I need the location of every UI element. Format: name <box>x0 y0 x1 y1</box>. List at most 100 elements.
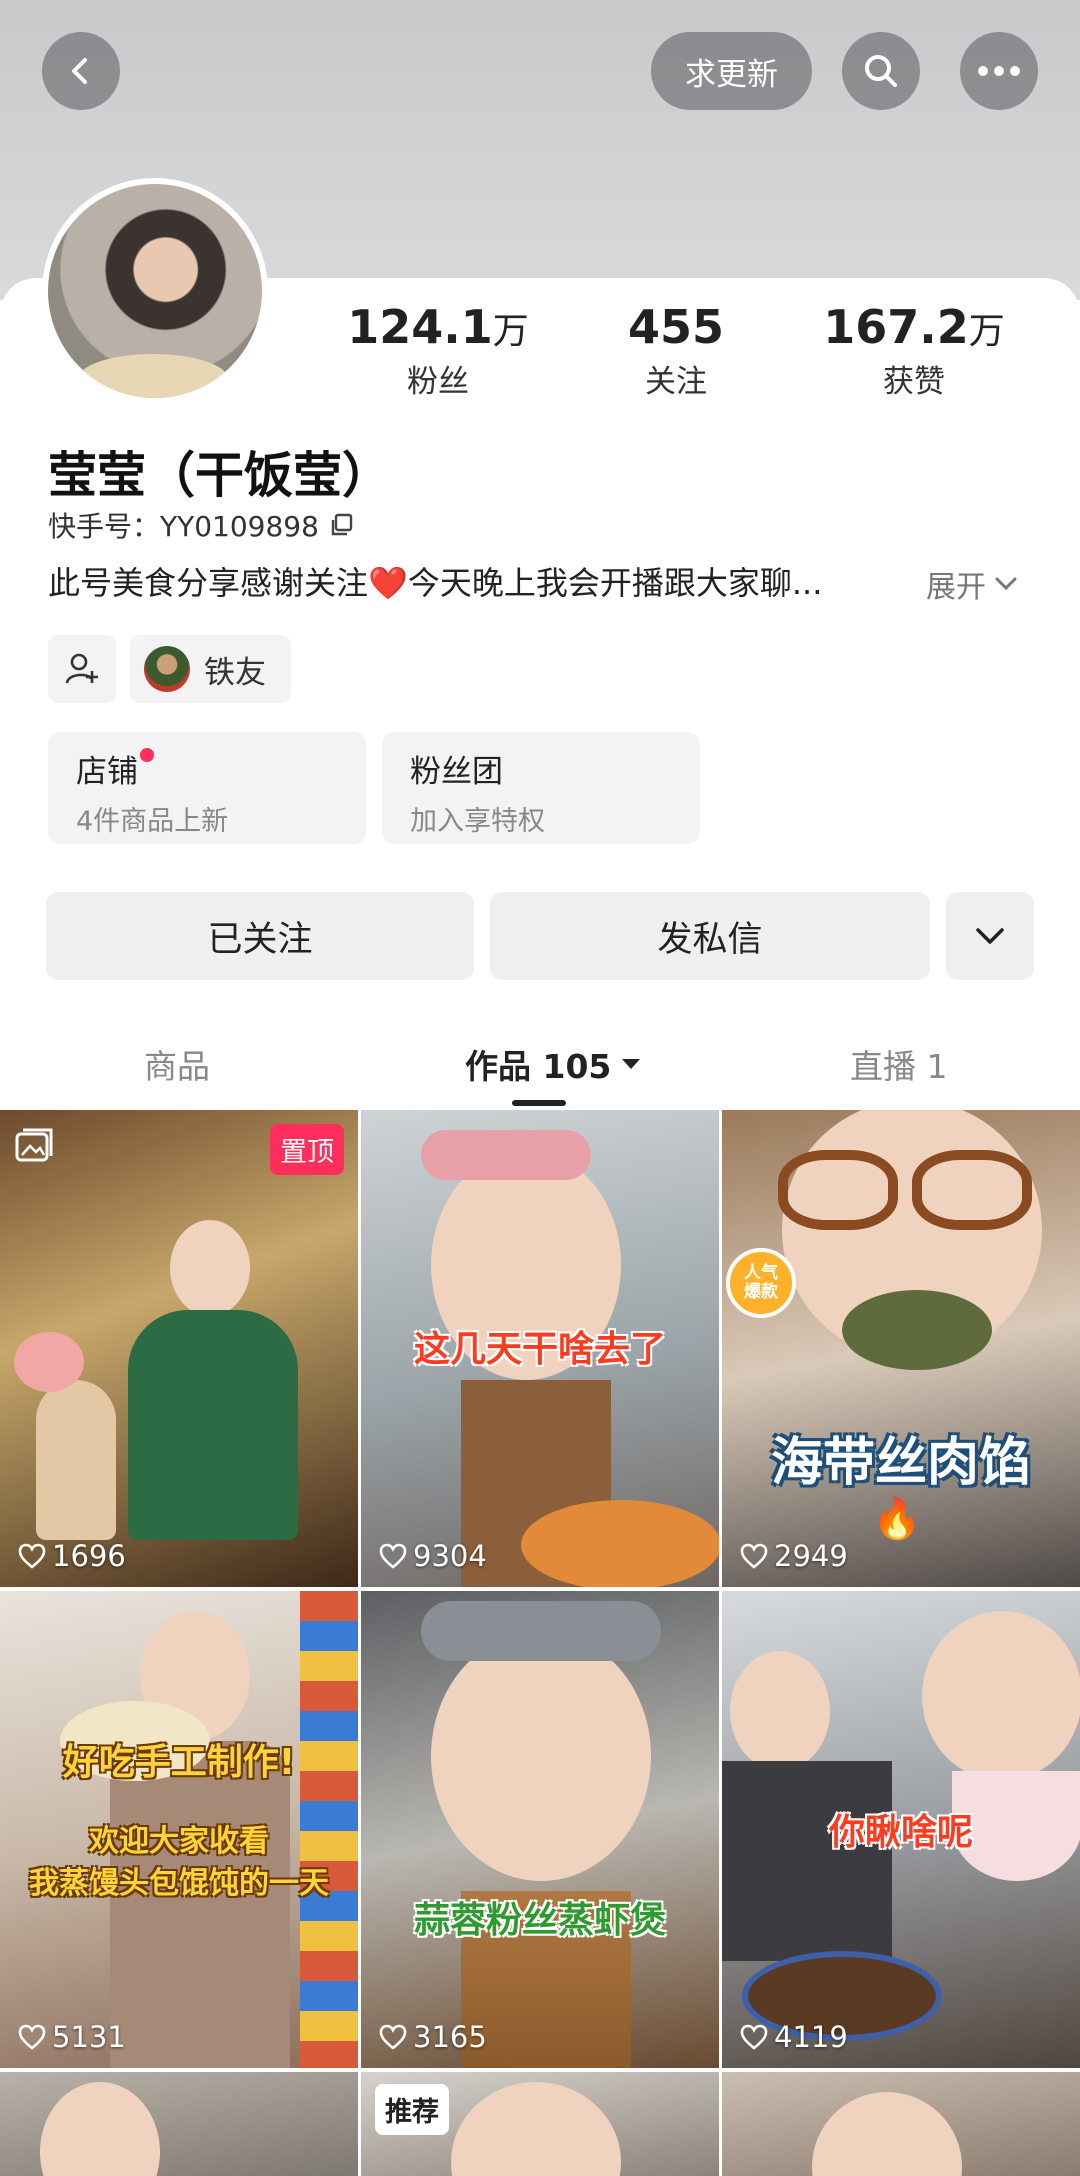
video-thumbnail[interactable] <box>722 2072 1080 2176</box>
send-message-button[interactable]: 发私信 <box>490 892 930 980</box>
woman-face <box>922 1611 1080 1781</box>
heart-icon <box>379 1543 407 1569</box>
fans-label: 粉丝 <box>407 364 469 400</box>
video-thumbnail[interactable]: 好吃手工制作! 欢迎大家收看 我蒸馒头包馄饨的一天 5131 <box>0 1591 358 2068</box>
video-thumbnail[interactable] <box>0 2072 358 2176</box>
following-count: 455 <box>627 300 725 354</box>
video-caption-line2: 欢迎大家收看 <box>89 1824 269 1859</box>
person-face <box>431 1631 651 1881</box>
video-thumbnail[interactable]: 蒜蓉粉丝蒸虾煲 3165 <box>361 1591 719 2068</box>
dumpling <box>842 1290 992 1370</box>
request-update-button[interactable]: 求更新 <box>651 32 812 110</box>
back-icon <box>72 58 87 84</box>
caret-down-icon <box>622 1059 641 1069</box>
video-thumbnail[interactable]: 你瞅啥呢 4119 <box>722 1591 1080 2068</box>
heart-icon <box>18 1543 46 1569</box>
back-button[interactable] <box>42 32 120 110</box>
pinned-badge: 置顶 <box>270 1124 344 1175</box>
shop-card[interactable]: 店铺 4件商品上新 <box>48 732 366 844</box>
heart-icon <box>18 2024 46 2050</box>
tab-works[interactable]: 作品 105 <box>465 1040 641 1088</box>
video-caption: 海带丝肉馅 <box>770 1433 1032 1493</box>
fans-unit: 万 <box>492 311 529 352</box>
person-face <box>812 2092 962 2176</box>
recommend-badge: 推荐 <box>375 2084 449 2135</box>
copy-icon[interactable] <box>329 512 355 538</box>
iron-friend-chip[interactable]: 铁友 <box>130 635 291 703</box>
flower <box>14 1332 84 1392</box>
search-button[interactable] <box>842 32 920 110</box>
add-user-icon <box>65 653 98 684</box>
likes-unit: 万 <box>968 311 1005 352</box>
video-thumbnail[interactable]: 这几天干啥去了 9304 <box>361 1110 719 1587</box>
more-button[interactable] <box>960 32 1038 110</box>
like-count-value: 1696 <box>52 1539 126 1573</box>
tab-works-label: 作品 105 <box>465 1047 612 1086</box>
like-count-value: 5131 <box>52 2020 126 2054</box>
friend-label: 铁友 <box>204 654 266 691</box>
avatar[interactable] <box>42 178 268 404</box>
like-count-value: 3165 <box>413 2020 487 2054</box>
more-actions-button[interactable] <box>946 892 1034 980</box>
followed-button[interactable]: 已关注 <box>46 892 474 980</box>
stat-likes[interactable]: 167.2万 获赞 <box>814 300 1014 401</box>
like-count: 3165 <box>379 2020 487 2054</box>
glasses-left <box>778 1150 898 1230</box>
active-tab-indicator <box>512 1100 566 1106</box>
glasses-right <box>912 1150 1032 1230</box>
headband <box>421 1601 661 1661</box>
likes-label: 获赞 <box>883 364 945 400</box>
like-count-value: 9304 <box>413 1539 487 1573</box>
video-caption: 好吃手工制作! <box>62 1742 296 1783</box>
add-friend-chip[interactable] <box>48 635 116 703</box>
video-thumbnail[interactable]: 人气 爆款 海带丝肉馅 🔥 2949 <box>722 1110 1080 1587</box>
profile-name: 莹莹（干饭莹） <box>48 447 392 504</box>
profile-page: 求更新 124.1万 粉丝 455 关注 167.2万 获赞 莹莹（干饭莹） 快… <box>0 0 1080 2176</box>
shop-subtitle: 4件商品上新 <box>76 806 229 837</box>
shop-title: 店铺 <box>76 754 138 790</box>
person-face <box>451 2082 621 2176</box>
user-id-row: 快手号：YY0109898 <box>48 505 355 545</box>
video-caption: 你瞅啥呢 <box>828 1812 974 1853</box>
chevron-down-icon <box>995 577 1017 591</box>
vase <box>36 1380 116 1540</box>
like-count: 4119 <box>740 2020 848 2054</box>
user-id: 快手号：YY0109898 <box>48 510 319 543</box>
fans-count: 124.1 <box>347 300 493 354</box>
more-icon <box>978 66 1020 76</box>
tab-live[interactable]: 直播 1 <box>850 1040 948 1088</box>
following-label: 关注 <box>645 364 707 400</box>
fan-club-card[interactable]: 粉丝团 加入享特权 <box>382 732 700 844</box>
stat-following[interactable]: 455 关注 <box>576 300 776 401</box>
person-face <box>40 2082 160 2176</box>
video-grid: 置顶 1696 这几天干啥去了 9304 人气 爆款 海带丝肉馅 🔥 2949 … <box>0 1110 1080 2176</box>
like-count: 2949 <box>740 1539 848 1573</box>
heart-icon <box>740 1543 768 1569</box>
heart-icon <box>740 2024 768 2050</box>
bio-text: 此号美食分享感谢关注❤️今天晚上我会开播跟大家聊... <box>48 564 823 602</box>
video-caption: 蒜蓉粉丝蒸虾煲 <box>413 1900 667 1941</box>
fan-club-title: 粉丝团 <box>410 754 503 790</box>
chevron-down-icon <box>976 928 1004 944</box>
fire-icon: 🔥 <box>872 1496 922 1542</box>
expand-bio-button[interactable]: 展开 <box>926 562 1018 606</box>
like-count-value: 2949 <box>774 1539 848 1573</box>
man-face <box>730 1651 830 1771</box>
popular-badge: 人气 爆款 <box>726 1248 796 1318</box>
like-count: 5131 <box>18 2020 126 2054</box>
likes-count: 167.2 <box>823 300 969 354</box>
like-count: 9304 <box>379 1539 487 1573</box>
fan-club-subtitle: 加入享特权 <box>410 806 545 837</box>
video-thumbnail[interactable]: 置顶 1696 <box>0 1110 358 1587</box>
food-plate <box>521 1500 719 1587</box>
video-thumbnail[interactable]: 推荐 <box>361 2072 719 2176</box>
stat-fans[interactable]: 124.1万 粉丝 <box>338 300 538 401</box>
video-caption: 这几天干啥去了 <box>413 1329 667 1370</box>
person-figure <box>170 1220 250 1316</box>
headband <box>421 1130 591 1180</box>
green-dress <box>128 1310 298 1540</box>
tab-products[interactable]: 商品 <box>144 1040 210 1088</box>
friend-avatar <box>144 646 190 692</box>
like-count: 1696 <box>18 1539 126 1573</box>
image-post-icon <box>15 1128 53 1162</box>
